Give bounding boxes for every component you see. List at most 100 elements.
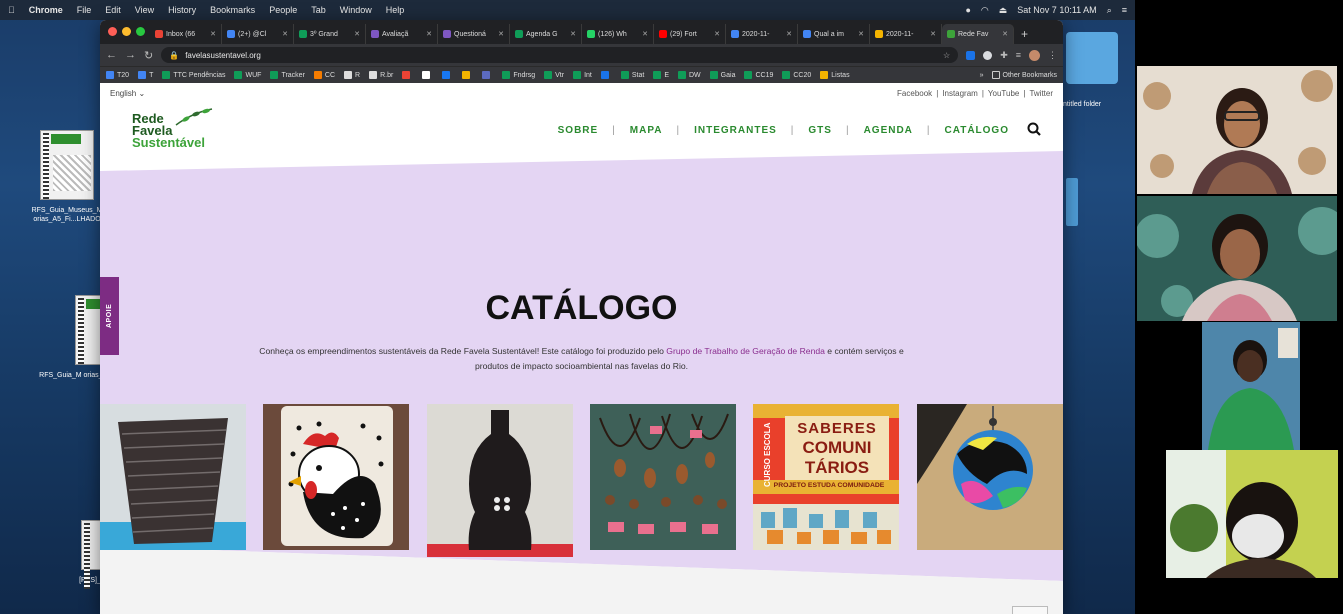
close-tab-icon[interactable]: ✕	[498, 30, 504, 38]
profile-avatar[interactable]	[1029, 49, 1040, 61]
participant-video-3[interactable]	[1202, 322, 1300, 450]
participant-video-1[interactable]	[1137, 66, 1337, 194]
bookmark-item-14[interactable]: Vtr	[544, 71, 564, 79]
bookmark-item-1[interactable]: T	[138, 71, 153, 79]
other-bookmarks-folder[interactable]: Other Bookmarks	[991, 71, 1057, 79]
bookmark-item-7[interactable]: R.br	[369, 71, 393, 79]
bookmark-item-6[interactable]: R	[344, 71, 360, 79]
nav-agenda[interactable]: AGENDA	[864, 125, 913, 136]
menu-history[interactable]: History	[168, 5, 196, 15]
nav-mapa[interactable]: MAPA	[630, 125, 663, 136]
nav-catalogo[interactable]: CATÁLOGO	[945, 125, 1009, 136]
new-tab-button[interactable]: +	[1014, 24, 1035, 44]
menu-file[interactable]: File	[77, 5, 92, 15]
bookmark-item-23[interactable]: Listas	[820, 71, 850, 79]
bookmark-item-15[interactable]: Int	[573, 71, 592, 79]
browser-tab-11[interactable]: Rede Fav ✕	[942, 24, 1014, 44]
catalog-card-hen[interactable]	[263, 404, 409, 550]
menu-window[interactable]: Window	[340, 5, 372, 15]
browser-tab-4[interactable]: Questioná ✕	[438, 24, 510, 44]
bookmark-item-4[interactable]: Tracker	[270, 71, 305, 79]
facebook-link[interactable]: Facebook	[897, 89, 932, 98]
extensions-puzzle-icon[interactable]: ✚	[1000, 50, 1008, 61]
close-tab-icon[interactable]: ✕	[354, 30, 360, 38]
forward-icon[interactable]: →	[125, 49, 136, 61]
reload-icon[interactable]: ↻	[144, 49, 153, 62]
browser-tab-10[interactable]: 2020-11- ✕	[870, 24, 942, 44]
record-icon[interactable]: ●	[965, 5, 970, 15]
bookmark-item-17[interactable]: Stat	[620, 71, 644, 79]
eject-icon[interactable]: ⏏	[999, 5, 1008, 16]
close-tab-icon[interactable]: ✕	[642, 30, 648, 38]
menu-view[interactable]: View	[135, 5, 154, 15]
apple-icon[interactable]: 	[8, 5, 15, 15]
language-selector[interactable]: English ⌄	[110, 89, 145, 98]
twitter-link[interactable]: Twitter	[1029, 89, 1053, 98]
participant-video-4[interactable]	[1166, 450, 1338, 578]
bookmark-item-11[interactable]	[462, 71, 473, 79]
menu-tab[interactable]: Tab	[311, 5, 326, 15]
catalog-card-earring[interactable]	[917, 404, 1063, 550]
browser-tab-6[interactable]: (126) Wh ✕	[582, 24, 654, 44]
youtube-link[interactable]: YouTube	[988, 89, 1019, 98]
close-tab-icon[interactable]: ✕	[858, 30, 864, 38]
menubar-clock[interactable]: Sat Nov 7 10:11 AM	[1017, 5, 1096, 15]
catalog-card-basket[interactable]	[100, 404, 246, 550]
menubar-app-name[interactable]: Chrome	[29, 5, 63, 15]
spotlight-icon[interactable]: ⌕	[1107, 5, 1112, 16]
catalog-card-saberes[interactable]: CURSO ESCOLA SABERES COMUNI TÁRIOS PROJE…	[753, 404, 899, 550]
close-tab-icon[interactable]: ✕	[570, 30, 576, 38]
scroll-to-top-button[interactable]: ︿	[1012, 606, 1048, 614]
close-tab-icon[interactable]: ✕	[426, 30, 432, 38]
back-icon[interactable]: ←	[106, 49, 117, 61]
bookmark-item-5[interactable]: CC	[313, 71, 335, 79]
bookmark-item-9[interactable]	[422, 71, 433, 79]
bookmark-item-16[interactable]	[600, 71, 612, 79]
menu-bookmarks[interactable]: Bookmarks	[210, 5, 255, 15]
catalog-card-bottle[interactable]	[427, 404, 573, 557]
browser-tab-2[interactable]: 3º Grand ✕	[294, 24, 366, 44]
extension-icon-2[interactable]	[983, 50, 993, 60]
close-tab-icon[interactable]: ✕	[930, 30, 936, 38]
menu-edit[interactable]: Edit	[105, 5, 121, 15]
browser-tab-1[interactable]: (2+) @Cl ✕	[222, 24, 294, 44]
browser-tab-8[interactable]: 2020-11- ✕	[726, 24, 798, 44]
browser-tab-0[interactable]: Inbox (66 ✕	[150, 24, 222, 44]
bookmark-item-12[interactable]	[482, 71, 493, 79]
bookmark-item-21[interactable]: CC19	[744, 71, 773, 79]
nav-sobre[interactable]: SOBRE	[558, 125, 599, 136]
site-logo[interactable]: Rede Favela Sustentável	[132, 107, 213, 149]
browser-tab-7[interactable]: (29) Fort ✕	[654, 24, 726, 44]
bookmark-star-icon[interactable]: ☆	[943, 51, 950, 60]
reading-list-icon[interactable]: ≡	[1016, 50, 1021, 60]
catalog-card-necklaces[interactable]	[590, 404, 736, 550]
close-tab-icon[interactable]: ✕	[282, 30, 288, 38]
wifi-icon[interactable]: ◠	[981, 5, 989, 16]
zoom-window-button[interactable]	[136, 27, 145, 36]
close-tab-icon[interactable]: ✕	[210, 30, 216, 38]
control-center-icon[interactable]: ≡	[1122, 5, 1127, 15]
search-icon[interactable]	[1027, 122, 1041, 139]
browser-tab-3[interactable]: Avaliaçã ✕	[366, 24, 438, 44]
nav-integrantes[interactable]: INTEGRANTES	[694, 125, 777, 136]
desktop-file-guia-1[interactable]: RFS_Guia_Museus_M orias_A5_Fi...LHADO	[22, 130, 112, 224]
bookmark-item-2[interactable]: TTC Pendências	[162, 71, 225, 79]
bookmarks-overflow-icon[interactable]: »	[980, 72, 984, 79]
close-tab-icon[interactable]: ✕	[786, 30, 792, 38]
bookmark-item-3[interactable]: WUF	[234, 71, 261, 79]
browser-tab-9[interactable]: Qual a im ✕	[798, 24, 870, 44]
bookmark-item-20[interactable]: Gaia	[709, 71, 735, 79]
extension-icon-1[interactable]	[966, 50, 976, 60]
close-tab-icon[interactable]: ✕	[714, 30, 720, 38]
desktop-folder-icon-2[interactable]	[1066, 178, 1078, 226]
close-window-button[interactable]	[108, 27, 117, 36]
bookmark-item-0[interactable]: T20	[106, 71, 129, 79]
gt-renda-link[interactable]: Grupo de Trabalho de Geração de Renda	[666, 346, 825, 356]
desktop-folder-icon[interactable]	[1066, 32, 1118, 84]
bookmark-item-19[interactable]: DW	[678, 71, 701, 79]
participant-video-2[interactable]	[1137, 196, 1337, 321]
close-tab-icon[interactable]: ✕	[1002, 30, 1008, 38]
bookmark-item-13[interactable]: Fndrsg	[502, 71, 535, 79]
bookmark-item-8[interactable]	[402, 71, 413, 79]
bookmark-item-18[interactable]: E	[653, 71, 669, 79]
